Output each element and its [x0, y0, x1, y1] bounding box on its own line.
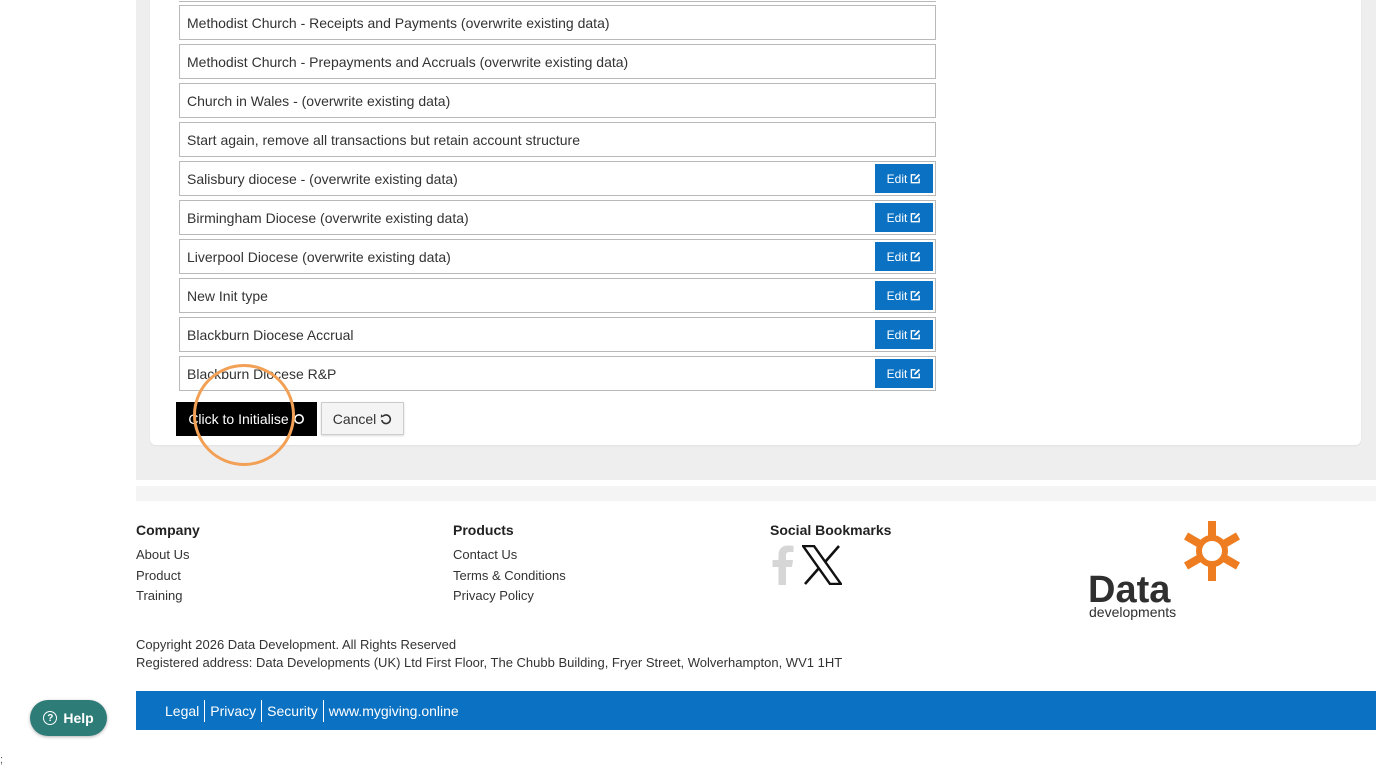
option-row[interactable]: Methodist Church - Prepayments and Accru… [179, 44, 936, 79]
option-row[interactable]: Church in Wales - (overwrite existing da… [179, 83, 936, 118]
initialise-label: Click to Initialise [188, 411, 289, 427]
footer-link-terms[interactable]: Terms & Conditions [453, 566, 566, 587]
edit-button[interactable]: Edit [875, 359, 933, 388]
footer-link-product[interactable]: Product [136, 566, 200, 587]
edit-icon [911, 290, 921, 301]
option-label: Church in Wales - (overwrite existing da… [187, 93, 451, 109]
option-label: Methodist Church - Receipts and Payments… [187, 15, 610, 31]
option-row[interactable]: Blackburn Diocese Accrual Edit [179, 317, 936, 352]
option-label: Birmingham Diocese (overwrite existing d… [187, 210, 469, 226]
data-developments-logo: Data developments [1088, 521, 1240, 620]
bottom-link-website[interactable]: www.mygiving.online [324, 701, 464, 721]
option-label: Start again, remove all transactions but… [187, 132, 580, 148]
footer-products-heading: Products [453, 522, 514, 538]
option-label: Blackburn Diocese R&P [187, 366, 337, 382]
footer-company-column: Company About Us Product Training [136, 521, 200, 607]
edit-icon [911, 251, 921, 262]
refresh-icon [293, 414, 304, 424]
undo-icon [381, 413, 392, 424]
stray-mark: ; [0, 754, 4, 766]
registered-address: Registered address: Data Developments (U… [136, 655, 843, 670]
x-icon[interactable] [802, 545, 842, 585]
edit-icon [911, 212, 921, 223]
option-row[interactable]: New Init type Edit [179, 278, 936, 313]
edit-button[interactable]: Edit [875, 242, 933, 271]
click-to-initialise-button[interactable]: Click to Initialise [176, 402, 317, 436]
option-label: Blackburn Diocese Accrual [187, 327, 354, 343]
option-label: Methodist Church - Prepayments and Accru… [187, 54, 629, 70]
option-label: New Init type [187, 288, 268, 304]
edit-label: Edit [886, 171, 908, 186]
bottom-link-security[interactable]: Security [262, 701, 323, 721]
edit-label: Edit [886, 327, 908, 342]
option-label: Salisbury diocese - (overwrite existing … [187, 171, 458, 187]
facebook-icon[interactable] [772, 545, 794, 585]
copyright-text: Copyright 2026 Data Development. All Rig… [136, 637, 457, 652]
edit-label: Edit [886, 366, 908, 381]
footer-divider [136, 486, 1376, 501]
footer-company-heading: Company [136, 522, 200, 538]
option-label: Liverpool Diocese (overwrite existing da… [187, 249, 451, 265]
copyright-block: Copyright 2026 Data Development. All Rig… [136, 636, 842, 672]
help-label: Help [63, 710, 94, 726]
option-row[interactable]: Start again, remove all transactions but… [179, 122, 936, 157]
social-icons [772, 545, 842, 585]
svg-text:developments: developments [1089, 604, 1176, 620]
option-row[interactable]: Salisbury diocese - (overwrite existing … [179, 161, 936, 196]
edit-icon [911, 329, 921, 340]
edit-icon [911, 368, 921, 379]
bottom-link-privacy[interactable]: Privacy [205, 701, 261, 721]
edit-button[interactable]: Edit [875, 281, 933, 310]
edit-button[interactable]: Edit [875, 203, 933, 232]
footer-link-training[interactable]: Training [136, 586, 200, 607]
edit-label: Edit [886, 210, 908, 225]
option-row[interactable]: Liverpool Diocese (overwrite existing da… [179, 239, 936, 274]
footer-link-privacy-policy[interactable]: Privacy Policy [453, 586, 566, 607]
option-row[interactable]: Birmingham Diocese (overwrite existing d… [179, 200, 936, 235]
help-button[interactable]: ? Help [30, 700, 107, 736]
option-row[interactable]: Methodist Church - Receipts and Payments… [179, 5, 936, 40]
cancel-label: Cancel [332, 410, 377, 427]
bottom-link-bar: Legal Privacy Security www.mygiving.onli… [136, 691, 1376, 730]
previous-row-edge [179, 0, 936, 2]
footer-social-heading: Social Bookmarks [770, 522, 892, 538]
question-icon: ? [43, 711, 58, 725]
bottom-links: Legal Privacy Security www.mygiving.onli… [160, 691, 464, 730]
footer-social-column: Social Bookmarks [770, 521, 891, 545]
footer-link-about-us[interactable]: About Us [136, 545, 200, 566]
edit-icon [911, 173, 921, 184]
footer-products-column: Products Contact Us Terms & Conditions P… [453, 521, 566, 607]
footer-link-contact-us[interactable]: Contact Us [453, 545, 566, 566]
cancel-button[interactable]: Cancel [321, 402, 404, 435]
edit-label: Edit [886, 249, 908, 264]
edit-button[interactable]: Edit [875, 164, 933, 193]
edit-button[interactable]: Edit [875, 320, 933, 349]
option-row[interactable]: Blackburn Diocese R&P Edit [179, 356, 936, 391]
bottom-link-legal[interactable]: Legal [160, 701, 204, 721]
edit-label: Edit [886, 288, 908, 303]
